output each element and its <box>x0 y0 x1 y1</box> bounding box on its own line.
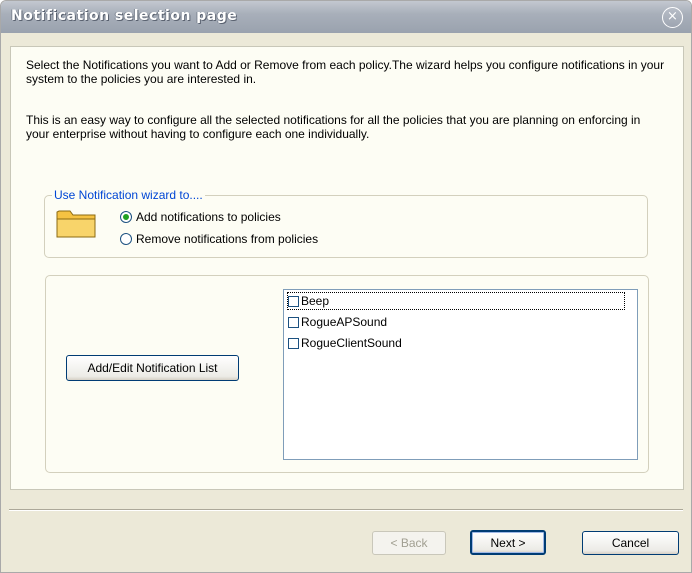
next-button[interactable]: Next > <box>470 530 546 555</box>
title-bar[interactable]: Notification selection page × <box>1 1 691 33</box>
radio-add-label: Add notifications to policies <box>136 210 281 224</box>
folder-icon <box>56 210 96 238</box>
group-legend: Use Notification wizard to.... <box>52 188 205 202</box>
wizard-mode-group: Use Notification wizard to.... Add notif… <box>44 188 648 258</box>
intro-paragraph-2: This is an easy way to configure all the… <box>26 113 641 141</box>
radio-button-checked[interactable] <box>120 211 132 223</box>
add-edit-notification-list-button[interactable]: Add/Edit Notification List <box>66 355 239 381</box>
cancel-button[interactable]: Cancel <box>582 531 679 555</box>
footer-divider <box>9 509 683 511</box>
notification-panel: Add/Edit Notification List Beep RogueAPS… <box>45 275 649 473</box>
list-item-label: RogueAPSound <box>301 315 388 329</box>
list-item-rogueclientsound[interactable]: RogueClientSound <box>288 335 402 351</box>
checkbox[interactable] <box>288 295 299 307</box>
checkbox[interactable] <box>288 316 299 328</box>
list-item-beep[interactable]: Beep <box>287 292 625 310</box>
list-item-label: Beep <box>301 294 330 308</box>
content-panel: Select the Notifications you want to Add… <box>10 46 684 490</box>
notification-listbox[interactable]: Beep RogueAPSound RogueClientSound <box>283 289 638 460</box>
radio-remove-notifications[interactable]: Remove notifications from policies <box>120 231 318 247</box>
radio-remove-label: Remove notifications from policies <box>136 232 319 246</box>
radio-add-notifications[interactable]: Add notifications to policies <box>120 209 281 225</box>
checkbox[interactable] <box>288 337 299 349</box>
list-item-rogueapsound[interactable]: RogueAPSound <box>288 314 387 330</box>
list-item-label: RogueClientSound <box>301 336 402 350</box>
intro-paragraph-1: Select the Notifications you want to Add… <box>26 58 665 86</box>
close-icon[interactable]: × <box>662 7 683 28</box>
back-button[interactable]: < Back <box>372 531 446 555</box>
radio-button-unchecked[interactable] <box>120 233 132 245</box>
window-title: Notification selection page <box>11 8 238 24</box>
wizard-window: Notification selection page × Select the… <box>0 0 692 573</box>
